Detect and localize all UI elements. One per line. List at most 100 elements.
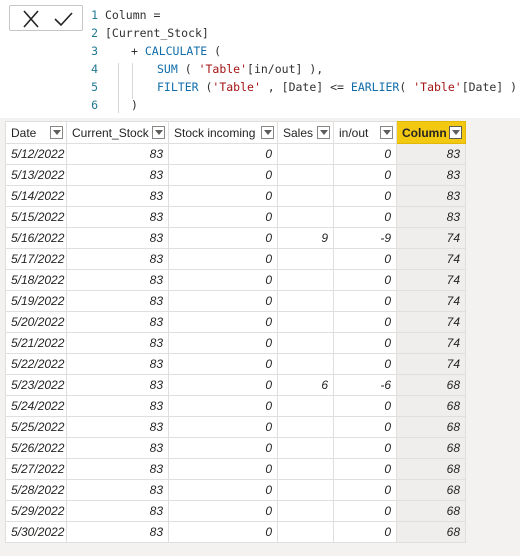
commit-formula-button[interactable]	[52, 9, 74, 29]
table-cell: 5/26/2022	[5, 437, 67, 459]
formula-token: )	[131, 98, 138, 112]
table-cell: 83	[66, 395, 169, 417]
table-cell: 0	[168, 521, 278, 543]
table-row: 5/13/2022 83 0 0 83	[5, 164, 466, 186]
formula-token: EARLIER	[350, 80, 400, 94]
table-cell: 0	[168, 164, 278, 186]
table-row: 5/26/2022 83 0 0 68	[5, 437, 466, 459]
table-row: 5/22/2022 83 0 0 74	[5, 353, 466, 375]
table-row: 5/21/2022 83 0 0 74	[5, 332, 466, 354]
table-cell: 0	[168, 500, 278, 522]
table-cell: 83	[66, 143, 169, 165]
table-cell: 0	[333, 353, 397, 375]
table-cell: 83	[66, 458, 169, 480]
table-cell: 0	[333, 500, 397, 522]
formula-token: [in/out] ),	[247, 62, 324, 76]
table-cell: 5/27/2022	[5, 458, 67, 480]
table-cell: 74	[396, 248, 466, 270]
formula-token: (	[207, 44, 222, 58]
formula-token: +	[131, 44, 145, 58]
table-cell: 5/17/2022	[5, 248, 67, 270]
line-number: 6	[91, 98, 98, 112]
table-cell: 0	[333, 290, 397, 312]
table-row: 5/23/2022 83 0 6 -6 68	[5, 374, 466, 396]
table-cell: 83	[66, 227, 169, 249]
table-cell: 74	[396, 311, 466, 333]
table-cell: 83	[396, 206, 466, 228]
filter-dropdown-icon[interactable]	[152, 126, 165, 139]
table-cell: 74	[396, 227, 466, 249]
table-cell: 74	[396, 332, 466, 354]
formula-code-text: SUM ( 'Table'[in/out] ),	[157, 60, 323, 78]
table-row: 5/19/2022 83 0 0 74	[5, 290, 466, 312]
formula-token: SUM	[157, 62, 178, 76]
filter-dropdown-icon[interactable]	[449, 126, 462, 139]
table-cell: 5/21/2022	[5, 332, 67, 354]
filter-dropdown-icon[interactable]	[380, 126, 393, 139]
formula-token: (	[198, 80, 213, 94]
table-cell	[277, 311, 334, 333]
formula-token: FILTER	[157, 80, 199, 94]
table-cell: 0	[333, 416, 397, 438]
formula-code-text: )	[131, 96, 138, 114]
data-table: Date Current_Stock Stock incoming Sales in/o…	[5, 121, 466, 543]
column-header-label: Date	[11, 125, 37, 140]
table-cell: 83	[66, 500, 169, 522]
table-cell: 0	[333, 164, 397, 186]
table-cell	[277, 290, 334, 312]
column-header-date[interactable]: Date	[5, 121, 67, 144]
table-cell: 83	[66, 332, 169, 354]
table-cell	[277, 269, 334, 291]
table-cell: 68	[396, 395, 466, 417]
table-cell: 5/28/2022	[5, 479, 67, 501]
column-header-current-stock[interactable]: Current_Stock	[66, 121, 169, 144]
table-cell: 0	[333, 458, 397, 480]
table-cell: 5/18/2022	[5, 269, 67, 291]
filter-dropdown-icon[interactable]	[261, 126, 274, 139]
table-row: 5/30/2022 83 0 0 68	[5, 521, 466, 543]
table-cell: 5/23/2022	[5, 374, 67, 396]
table-cell: 83	[66, 248, 169, 270]
table-cell: 0	[168, 269, 278, 291]
column-header-label: Current_Stock	[72, 125, 149, 140]
table-row: 5/27/2022 83 0 0 68	[5, 458, 466, 480]
column-header-label: in/out	[339, 125, 369, 140]
table-cell: 0	[168, 248, 278, 270]
table-row: 5/15/2022 83 0 0 83	[5, 206, 466, 228]
table-cell: 5/25/2022	[5, 416, 67, 438]
table-cell: 0	[168, 332, 278, 354]
cancel-formula-button[interactable]	[20, 9, 42, 29]
table-row: 5/18/2022 83 0 0 74	[5, 269, 466, 291]
column-header-in-out[interactable]: in/out	[333, 121, 397, 144]
filter-dropdown-icon[interactable]	[50, 126, 63, 139]
table-cell: 68	[396, 479, 466, 501]
table-cell: 83	[66, 416, 169, 438]
indent-guide	[118, 63, 119, 113]
table-cell: 0	[168, 395, 278, 417]
table-cell: 68	[396, 437, 466, 459]
table-cell	[277, 458, 334, 480]
table-cell: 83	[66, 521, 169, 543]
table-cell	[277, 479, 334, 501]
table-cell: 68	[396, 458, 466, 480]
table-row: 5/24/2022 83 0 0 68	[5, 395, 466, 417]
table-cell: 0	[168, 143, 278, 165]
formula-editor[interactable]: 1 Column = 2 [Current_Stock] 3 + CALCULATE (4…	[86, 6, 520, 116]
table-cell	[277, 500, 334, 522]
table-cell: 83	[396, 143, 466, 165]
indent-guide	[132, 63, 133, 99]
formula-token: [Current_Stock]	[105, 26, 209, 40]
column-header-sales[interactable]: Sales	[277, 121, 334, 144]
table-cell: 0	[333, 143, 397, 165]
formula-token: , [Date] <=	[260, 80, 351, 94]
table-cell: 83	[66, 269, 169, 291]
filter-dropdown-icon[interactable]	[317, 126, 330, 139]
table-cell	[277, 185, 334, 207]
column-header-column[interactable]: Column	[396, 121, 466, 144]
table-cell: 0	[333, 479, 397, 501]
table-cell: 83	[66, 311, 169, 333]
table-cell: 0	[168, 206, 278, 228]
column-header-stock-incoming[interactable]: Stock incoming	[168, 121, 278, 144]
table-cell: 83	[66, 164, 169, 186]
table-cell: 0	[333, 395, 397, 417]
